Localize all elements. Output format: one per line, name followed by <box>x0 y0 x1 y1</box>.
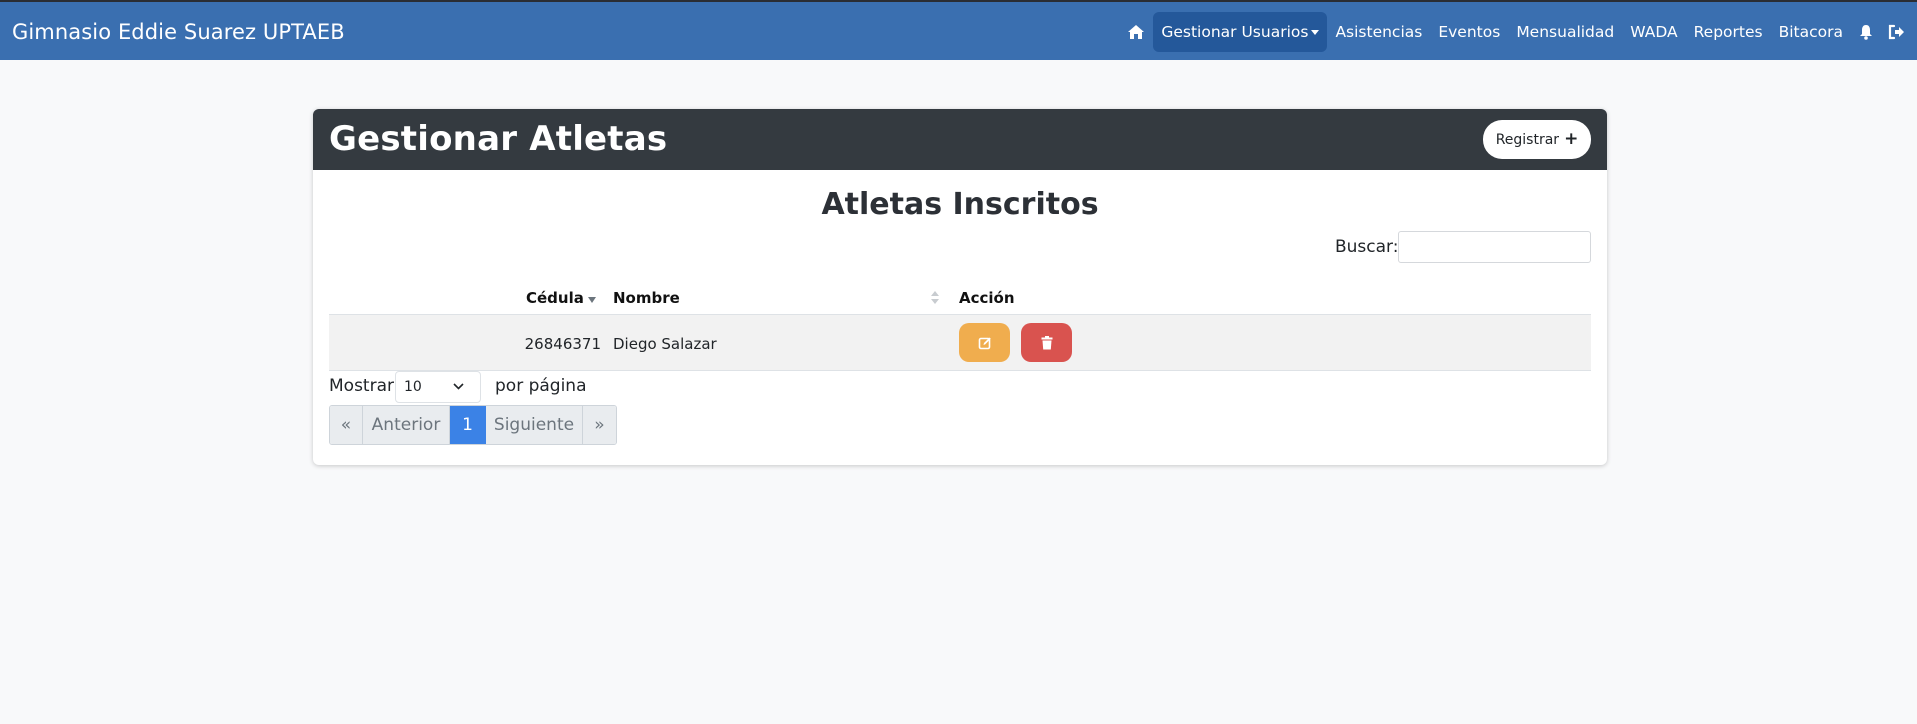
athletes-card: Gestionar Atletas Registrar + Atletas In… <box>313 109 1607 465</box>
nav-asistencias[interactable]: Asistencias <box>1327 12 1430 52</box>
nav-wada[interactable]: WADA <box>1622 12 1685 52</box>
plus-icon: + <box>1564 129 1579 149</box>
column-header-accion: Acción <box>959 289 1015 307</box>
sort-icon[interactable] <box>931 291 940 305</box>
page-1-button[interactable]: 1 <box>450 406 486 444</box>
top-navbar: Gimnasio Eddie Suarez UPTAEB Gestionar U… <box>0 2 1917 60</box>
logout-icon[interactable] <box>1881 12 1911 52</box>
pagination: « Anterior 1 Siguiente » <box>329 405 617 445</box>
cell-cedula: 26846371 <box>524 335 601 353</box>
edit-button[interactable] <box>959 323 1010 362</box>
nav-eventos[interactable]: Eventos <box>1430 12 1508 52</box>
register-button-label: Registrar <box>1495 131 1560 148</box>
column-header-cedula[interactable]: Cédula <box>526 289 584 307</box>
nav-menu: Gestionar Usuarios Asistencias Eventos M… <box>1121 12 1917 52</box>
page-first-button[interactable]: « <box>330 406 363 444</box>
table-row: 26846371 Diego Salazar <box>329 315 1591 371</box>
sort-desc-icon[interactable] <box>588 297 596 303</box>
home-icon[interactable] <box>1121 12 1151 52</box>
delete-button[interactable] <box>1021 323 1072 362</box>
card-header: Gestionar Atletas Registrar + <box>313 109 1607 170</box>
length-prefix: Mostrar <box>329 376 394 396</box>
search-label: Buscar: <box>1335 237 1399 257</box>
table-header: Cédula Nombre Acción <box>329 279 1591 315</box>
nav-gestionar-usuarios[interactable]: Gestionar Usuarios <box>1153 12 1328 52</box>
edit-icon <box>978 337 991 349</box>
brand-title[interactable]: Gimnasio Eddie Suarez UPTAEB <box>12 20 345 44</box>
page-last-button[interactable]: » <box>583 406 616 444</box>
search-input[interactable] <box>1398 231 1591 263</box>
page-prev-button[interactable]: Anterior <box>363 406 450 444</box>
trash-icon <box>1041 335 1052 349</box>
page-title: Gestionar Atletas <box>329 119 668 159</box>
page-next-button[interactable]: Siguiente <box>486 406 583 444</box>
register-button[interactable]: Registrar + <box>1483 120 1591 159</box>
nav-bitacora[interactable]: Bitacora <box>1771 12 1851 52</box>
bell-icon[interactable] <box>1851 12 1881 52</box>
cell-nombre: Diego Salazar <box>613 335 717 353</box>
athletes-table: Cédula Nombre Acción 26846371 Diego Sala… <box>329 279 1591 371</box>
chevron-down-icon <box>453 383 464 390</box>
page-length-select[interactable]: 10 <box>395 371 481 403</box>
column-header-nombre[interactable]: Nombre <box>613 289 680 307</box>
nav-reportes[interactable]: Reportes <box>1686 12 1771 52</box>
length-suffix: por página <box>495 376 587 396</box>
chevron-down-icon <box>1311 29 1320 35</box>
page-length-value: 10 <box>404 379 422 395</box>
section-title: Atletas Inscritos <box>821 187 1099 222</box>
nav-gestionar-usuarios-label: Gestionar Usuarios <box>1161 23 1309 41</box>
nav-mensualidad[interactable]: Mensualidad <box>1508 12 1622 52</box>
